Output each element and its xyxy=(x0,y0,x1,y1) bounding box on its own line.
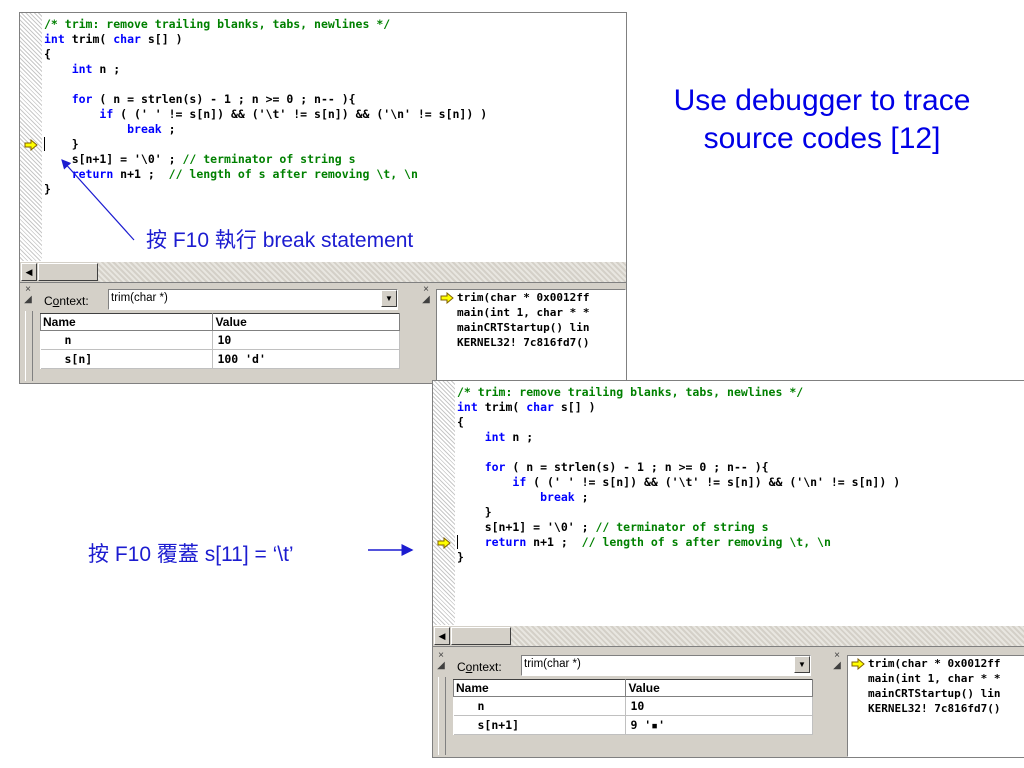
call-stack-list[interactable]: trim(char * 0x0012ff main(int 1, char * *… xyxy=(436,289,626,383)
code-line: { xyxy=(457,415,464,429)
call-stack-entry[interactable]: mainCRTStartup() lin xyxy=(848,686,1024,701)
code-line: } xyxy=(44,182,51,196)
variables-window: × ◢ Context: trim(char *) ▼ Name Value n 10… xyxy=(433,649,827,757)
table-row[interactable]: n 10 xyxy=(453,696,813,716)
annotation-f10-overwrite: 按 F10 覆蓋 s[11] = ‘\t’ xyxy=(88,543,294,566)
variable-name: s[n] xyxy=(40,349,214,369)
variables-table: Name Value n 10 s[n+1] 9 '▪' xyxy=(452,679,813,735)
variable-value: 10 xyxy=(212,330,400,350)
code-line: int trim( char s[] ) xyxy=(457,400,596,414)
resize-icon: ◢ xyxy=(24,294,32,305)
context-value: trim(char *) xyxy=(524,658,581,670)
current-line-arrow-icon xyxy=(24,138,38,152)
code-line: int trim( char s[] ) xyxy=(44,32,183,46)
code-line: int n ; xyxy=(71,62,121,76)
scroll-track[interactable] xyxy=(511,626,1024,646)
call-stack-window: × ◢ trim(char * 0x0012ff main(int 1, char… xyxy=(829,649,1024,757)
column-header-value[interactable]: Value xyxy=(625,679,813,697)
resize-icon: ◢ xyxy=(437,660,445,671)
window-grip[interactable]: × ◢ xyxy=(22,285,34,381)
code-line: for ( n = strlen(s) - 1 ; n >= 0 ; n-- )… xyxy=(484,460,769,474)
context-dropdown[interactable]: trim(char *) ▼ xyxy=(108,289,398,310)
variable-value: 100 'd' xyxy=(212,349,400,369)
column-header-name[interactable]: Name xyxy=(452,679,627,697)
text-cursor xyxy=(457,535,458,549)
context-label: Context: xyxy=(44,294,89,308)
table-row[interactable]: s[n] 100 'd' xyxy=(40,349,400,369)
variable-name: n xyxy=(453,696,627,716)
scroll-left-icon[interactable]: ◀ xyxy=(434,627,450,645)
scroll-track[interactable] xyxy=(98,262,626,282)
table-row[interactable]: n 10 xyxy=(40,330,400,350)
variable-value: 9 '▪' xyxy=(625,715,813,735)
source-editor[interactable]: /* trim: remove trailing blanks, tabs, n… xyxy=(433,381,1024,625)
current-frame-arrow-icon xyxy=(440,291,454,305)
scroll-thumb[interactable] xyxy=(451,627,511,645)
call-stack-window: × ◢ trim(char * 0x0012ff main(int 1, char… xyxy=(418,283,626,383)
dropdown-arrow-icon[interactable]: ▼ xyxy=(381,290,397,307)
code-line: return n+1 ; // length of s after removi… xyxy=(71,167,418,181)
call-stack-entry[interactable]: mainCRTStartup() lin xyxy=(437,320,625,335)
call-stack-entry[interactable]: main(int 1, char * * xyxy=(437,305,625,320)
code-line: for ( n = strlen(s) - 1 ; n >= 0 ; n-- )… xyxy=(71,92,356,106)
scroll-thumb[interactable] xyxy=(38,263,98,281)
call-stack-entry[interactable]: KERNEL32! 7c816fd7() xyxy=(848,701,1024,716)
code-line: } xyxy=(457,505,492,519)
slide-title: Use debugger to trace source codes [12] xyxy=(673,84,971,155)
window-grip[interactable]: × ◢ xyxy=(435,651,447,755)
window-grip[interactable]: × ◢ xyxy=(831,651,843,755)
code-line: } xyxy=(457,550,464,564)
code-line: if ( (' ' != s[n]) && ('\t' != s[n]) && … xyxy=(512,475,901,489)
window-grip[interactable]: × ◢ xyxy=(420,285,432,381)
debugger-panel-1: /* trim: remove trailing blanks, tabs, n… xyxy=(19,12,627,384)
horizontal-scrollbar[interactable]: ◀ xyxy=(20,261,626,283)
code-line: break ; xyxy=(127,122,176,136)
scroll-left-icon[interactable]: ◀ xyxy=(21,263,37,281)
context-dropdown[interactable]: trim(char *) ▼ xyxy=(521,655,811,676)
variables-table: Name Value n 10 s[n] 100 'd' xyxy=(39,313,400,369)
call-stack-entry[interactable]: trim(char * 0x0012ff xyxy=(848,656,1024,671)
variables-window: × ◢ Context: trim(char *) ▼ Name Value n 10… xyxy=(20,283,416,383)
editor-gutter xyxy=(433,381,455,625)
column-header-name[interactable]: Name xyxy=(39,313,214,331)
editor-gutter xyxy=(20,13,42,261)
annotation-f10-break: 按 F10 執行 break statement xyxy=(146,229,414,252)
context-value: trim(char *) xyxy=(111,292,168,304)
code-line: s[n+1] = '\0' ; // terminator of string … xyxy=(457,520,769,534)
table-row[interactable]: s[n+1] 9 '▪' xyxy=(453,715,813,735)
code-line: } xyxy=(44,137,79,151)
call-stack-entry[interactable]: trim(char * 0x0012ff xyxy=(437,290,625,305)
code-line: /* trim: remove trailing blanks, tabs, n… xyxy=(44,17,391,31)
call-stack-entry[interactable]: KERNEL32! 7c816fd7() xyxy=(437,335,625,350)
debugger-panel-2: /* trim: remove trailing blanks, tabs, n… xyxy=(432,380,1024,758)
horizontal-scrollbar[interactable]: ◀ xyxy=(433,625,1024,647)
code-line: if ( (' ' != s[n]) && ('\t' != s[n]) && … xyxy=(99,107,488,121)
context-label: Context: xyxy=(457,660,502,674)
code-line: s[n+1] = '\0' ; // terminator of string … xyxy=(44,152,356,166)
column-header-value[interactable]: Value xyxy=(212,313,400,331)
variable-value: 10 xyxy=(625,696,813,716)
text-cursor xyxy=(44,137,45,151)
code-line: /* trim: remove trailing blanks, tabs, n… xyxy=(457,385,804,399)
code-line: { xyxy=(44,47,51,61)
resize-icon: ◢ xyxy=(422,294,430,305)
code-line: break ; xyxy=(540,490,589,504)
variable-name: n xyxy=(40,330,214,350)
current-frame-arrow-icon xyxy=(851,657,865,671)
code-line: return n+1 ; // length of s after removi… xyxy=(484,535,831,549)
code-line: int n ; xyxy=(484,430,534,444)
variable-name: s[n+1] xyxy=(453,715,627,735)
dropdown-arrow-icon[interactable]: ▼ xyxy=(794,656,810,673)
call-stack-list[interactable]: trim(char * 0x0012ff main(int 1, char * *… xyxy=(847,655,1024,757)
source-code: /* trim: remove trailing blanks, tabs, n… xyxy=(44,17,487,197)
resize-icon: ◢ xyxy=(833,660,841,671)
call-stack-entry[interactable]: main(int 1, char * * xyxy=(848,671,1024,686)
source-code: /* trim: remove trailing blanks, tabs, n… xyxy=(457,385,900,565)
current-line-arrow-icon xyxy=(437,536,451,550)
